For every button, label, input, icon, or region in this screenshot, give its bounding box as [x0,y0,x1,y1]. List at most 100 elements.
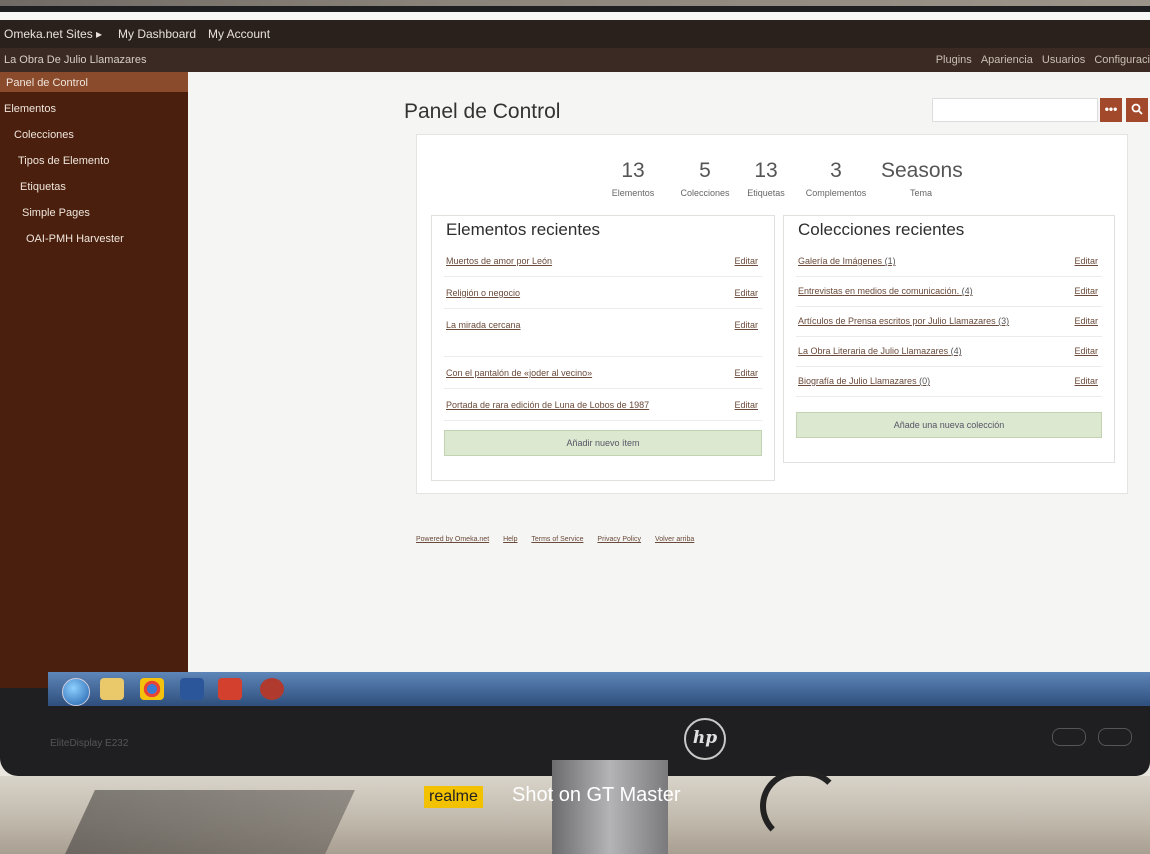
watermark-text: Shot on GT Master [512,784,681,806]
recent-item-row: Religión o negocio Editar [444,280,762,309]
monitor-button-icon[interactable] [1052,728,1086,746]
account-link[interactable]: My Account [208,27,270,41]
collection-count: (0) [919,376,931,386]
watermark-brand: realme [424,786,483,808]
sidebar-item-tags[interactable]: Etiquetas [20,181,66,193]
page-title: Panel de Control [404,100,561,123]
monitor-button-icon[interactable] [1098,728,1132,746]
nav-plugins[interactable]: Plugins [936,54,972,66]
stat-theme[interactable]: Seasons Tema [881,159,963,201]
recent-item-link[interactable]: La mirada cercana [446,320,521,330]
recent-item-row: La mirada cercana Editar [444,312,762,357]
stat-tags[interactable]: 13 Etiquetas [743,159,789,201]
recent-item-link[interactable]: Religión o negocio [446,288,520,298]
recent-collection-row: Galería de Imágenes (1) Editar [796,248,1102,277]
cable [760,770,842,842]
footer-privacy-link[interactable]: Privacy Policy [597,536,641,543]
recent-collection-row: Biografía de Julio Llamazares (0) Editar [796,368,1102,397]
stat-collections[interactable]: 5 Colecciones [675,159,735,201]
edit-link[interactable]: Editar [734,400,758,410]
stat-items[interactable]: 13 Elementos [611,159,655,201]
app-icon[interactable] [260,678,284,700]
collection-name: Entrevistas en medios de comunicación. [798,286,960,296]
sidebar-item-item-types[interactable]: Tipos de Elemento [18,155,109,167]
collection-name: Biografía de Julio Llamazares [798,376,917,386]
sidebar-item-collections[interactable]: Colecciones [14,129,74,141]
word-icon[interactable] [180,678,204,700]
recent-collection-link[interactable]: Artículos de Prensa escritos por Julio L… [798,316,1009,326]
dashboard-panel: 13 Elementos 5 Colecciones 13 Etiquetas … [416,134,1128,494]
sidebar-item-oai-pmh[interactable]: OAI-PMH Harvester [26,233,124,245]
acrobat-icon[interactable] [218,678,242,700]
sidebar-item-items[interactable]: Elementos [4,103,56,115]
search-icon [1131,103,1143,115]
recent-items-box: Elementos recientes Muertos de amor por … [431,215,775,481]
recent-item-link[interactable]: Con el pantalón de «joder al vecino» [446,368,592,378]
stat-plugins-value: 3 [830,159,842,182]
collection-count: (1) [884,256,896,266]
recent-item-row: Portada de rara edición de Luna de Lobos… [444,392,762,421]
recent-collection-link[interactable]: Biografía de Julio Llamazares (0) [798,376,930,386]
stat-collections-value: 5 [699,159,711,182]
hp-logo: hp [684,718,726,760]
dashboard-link[interactable]: My Dashboard [118,27,196,41]
nav-users[interactable]: Usuarios [1042,54,1085,66]
site-name[interactable]: La Obra De Julio Llamazares [4,54,146,66]
recent-item-row: Con el pantalón de «joder al vecino» Edi… [444,360,762,389]
stat-plugins-label: Complementos [805,188,867,198]
collection-name: Artículos de Prensa escritos por Julio L… [798,316,996,326]
edit-link[interactable]: Editar [1074,316,1098,326]
recent-collection-link[interactable]: La Obra Literaria de Julio Llamazares (4… [798,346,962,356]
edit-link[interactable]: Editar [734,320,758,330]
edit-link[interactable]: Editar [1074,376,1098,386]
start-button-icon[interactable] [62,678,90,706]
footer-back-to-top-link[interactable]: Volver arriba [655,536,694,543]
edit-link[interactable]: Editar [1074,256,1098,266]
file-explorer-icon[interactable] [100,678,124,700]
edit-link[interactable]: Editar [1074,346,1098,356]
collection-count: (4) [950,346,962,356]
recent-collection-link[interactable]: Galería de Imágenes (1) [798,256,896,266]
edit-link[interactable]: Editar [1074,286,1098,296]
stat-items-value: 13 [621,159,645,182]
footer-powered-link[interactable]: Powered by Omeka.net [416,536,489,543]
nav-settings[interactable]: Configuraci [1094,54,1150,66]
nav-appearance[interactable]: Apariencia [981,54,1033,66]
recent-item-row: Muertos de amor por León Editar [444,248,762,277]
recent-collections-title: Colecciones recientes [798,220,965,239]
recent-collection-link[interactable]: Entrevistas en medios de comunicación. (… [798,286,973,296]
stat-plugins[interactable]: 3 Complementos [801,159,871,201]
search-input[interactable] [932,98,1098,122]
recent-collection-row: La Obra Literaria de Julio Llamazares (4… [796,338,1102,367]
collection-name: La Obra Literaria de Julio Llamazares [798,346,949,356]
stat-theme-value: Seasons [881,159,963,182]
stat-tags-value: 13 [754,159,778,182]
edit-link[interactable]: Editar [734,288,758,298]
edit-link[interactable]: Editar [734,256,758,266]
add-collection-button[interactable]: Añade una nueva colección [796,412,1102,438]
footer: Powered by Omeka.net Help Terms of Servi… [416,536,706,543]
footer-terms-link[interactable]: Terms of Service [531,536,583,543]
recent-collection-row: Entrevistas en medios de comunicación. (… [796,278,1102,307]
sidebar: Panel de Control Elementos Colecciones T… [0,72,188,688]
main-content: Panel de Control ••• 13 Elementos 5 Cole… [188,72,1150,688]
advanced-search-button[interactable]: ••• [1100,98,1122,122]
chair-background [65,790,355,854]
footer-help-link[interactable]: Help [503,536,517,543]
recent-item-link[interactable]: Portada de rara edición de Luna de Lobos… [446,400,649,410]
monitor-stand [552,760,668,854]
stat-items-label: Elementos [611,188,655,198]
edit-link[interactable]: Editar [734,368,758,378]
add-item-button[interactable]: Añadir nuevo ítem [444,430,762,456]
collection-name: Galería de Imágenes [798,256,883,266]
stat-collections-label: Colecciones [680,188,730,198]
sidebar-item-simple-pages[interactable]: Simple Pages [22,207,90,219]
sidebar-item-dashboard[interactable]: Panel de Control [6,77,88,89]
chrome-icon[interactable] [140,678,164,700]
recent-collections-box: Colecciones recientes Galería de Imágene… [783,215,1115,463]
collection-count: (3) [998,316,1010,326]
sites-menu[interactable]: Omeka.net Sites ▸ [4,27,102,41]
global-topbar: Omeka.net Sites ▸ My Dashboard My Accoun… [0,20,1150,48]
search-button[interactable] [1126,98,1148,122]
recent-item-link[interactable]: Muertos de amor por León [446,256,552,266]
